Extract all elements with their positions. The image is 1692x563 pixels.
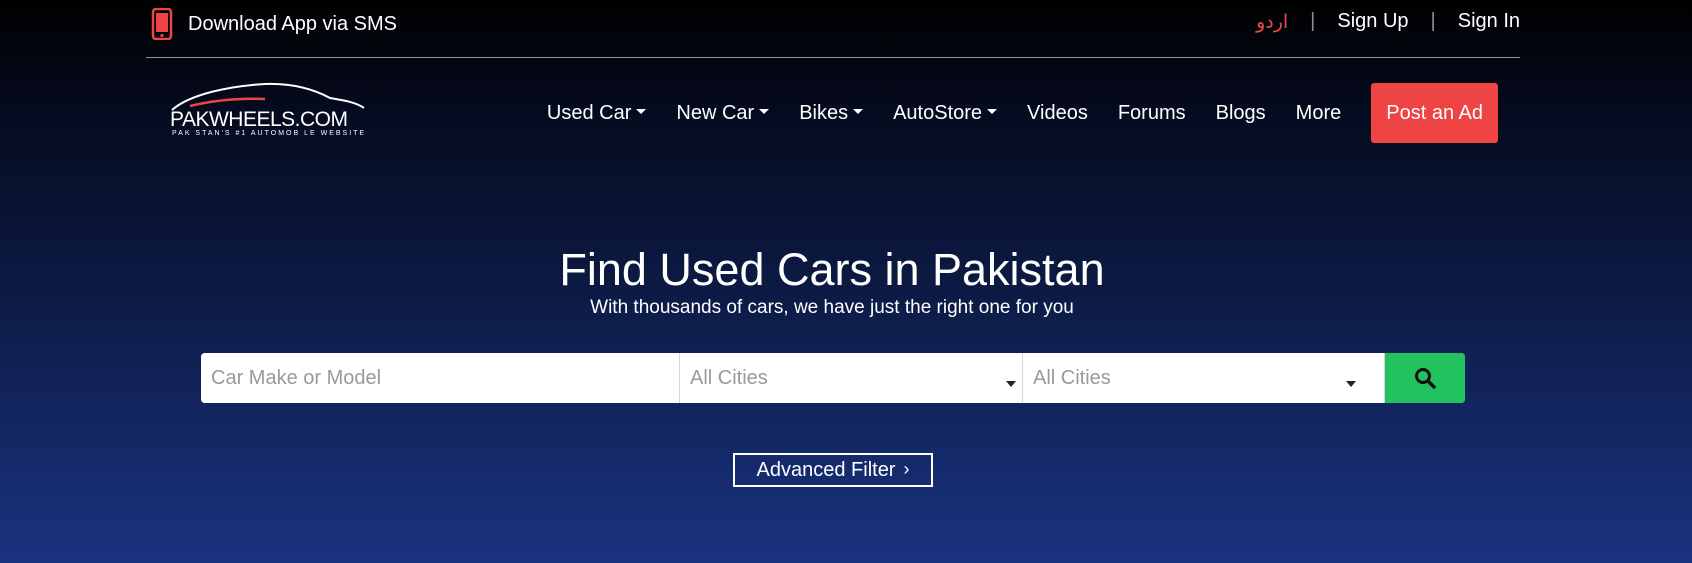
main-navbar: PAKWHEELS.COM PAK STAN'S #1 AUTOMOB LE W… (146, 58, 1520, 168)
top-bar: Download App via SMS اردو | Sign Up | Si… (146, 0, 1520, 58)
account-links: اردو | Sign Up | Sign In (1256, 10, 1520, 33)
nav-menu: Used Car New Car Bikes AutoStore Videos … (547, 83, 1498, 143)
nav-autostore-label: AutoStore (893, 101, 983, 124)
post-an-ad-button[interactable]: Post an Ad (1371, 83, 1498, 143)
nav-bikes-label: Bikes (799, 101, 849, 124)
separator: | (1310, 10, 1316, 32)
city-select-value: All Cities (690, 366, 768, 389)
page-subtitle: With thousands of cars, we have just the… (590, 297, 1074, 318)
nav-blogs[interactable]: Blogs (1216, 102, 1266, 125)
nav-autostore[interactable]: AutoStore (893, 101, 998, 125)
caret-down-icon (1006, 381, 1016, 387)
sign-in-link[interactable]: Sign In (1458, 10, 1520, 33)
city-select-secondary[interactable]: All Cities (1023, 353, 1385, 403)
sign-up-link[interactable]: Sign Up (1337, 10, 1408, 33)
nav-videos[interactable]: Videos (1027, 102, 1088, 125)
city-select[interactable]: All Cities (680, 353, 1023, 403)
nav-used-car-label: Used Car (546, 101, 632, 124)
caret-down-icon (987, 108, 998, 114)
nav-new-car[interactable]: New Car (676, 101, 770, 125)
nav-forums[interactable]: Forums (1118, 102, 1186, 125)
mobile-phone-icon (150, 7, 174, 41)
caret-down-icon (636, 108, 647, 114)
nav-bikes[interactable]: Bikes (799, 101, 864, 125)
nav-used-car[interactable]: Used Car (546, 101, 647, 125)
logo-wordmark: PAKWHEELS.COM (170, 108, 348, 131)
caret-down-icon (853, 108, 864, 114)
pakwheels-logo[interactable]: PAKWHEELS.COM PAK STAN'S #1 AUTOMOB LE W… (170, 80, 366, 142)
download-app-label: Download App via SMS (188, 12, 398, 35)
download-app-link[interactable]: Download App via SMS (150, 7, 398, 41)
search-bar: All Cities All Cities (201, 353, 1465, 403)
caret-down-icon (759, 108, 770, 114)
search-button[interactable] (1385, 353, 1465, 403)
nav-more[interactable]: More (1296, 102, 1342, 125)
search-icon (1415, 368, 1436, 389)
chevron-right-icon: › (903, 458, 910, 479)
urdu-language-link[interactable]: اردو (1256, 11, 1288, 33)
nav-new-car-label: New Car (676, 101, 755, 124)
page-title: Find Used Cars in Pakistan (559, 244, 1105, 295)
city-select-secondary-value: All Cities (1033, 366, 1111, 389)
advanced-filter-button[interactable]: Advanced Filter › (733, 453, 933, 487)
car-make-model-input[interactable] (201, 353, 680, 403)
logo-tagline: PAK STAN'S #1 AUTOMOB LE WEBSITE (172, 130, 367, 137)
separator: | (1430, 10, 1436, 32)
advanced-filter-label: Advanced Filter (756, 458, 896, 481)
caret-down-icon (1346, 381, 1356, 387)
